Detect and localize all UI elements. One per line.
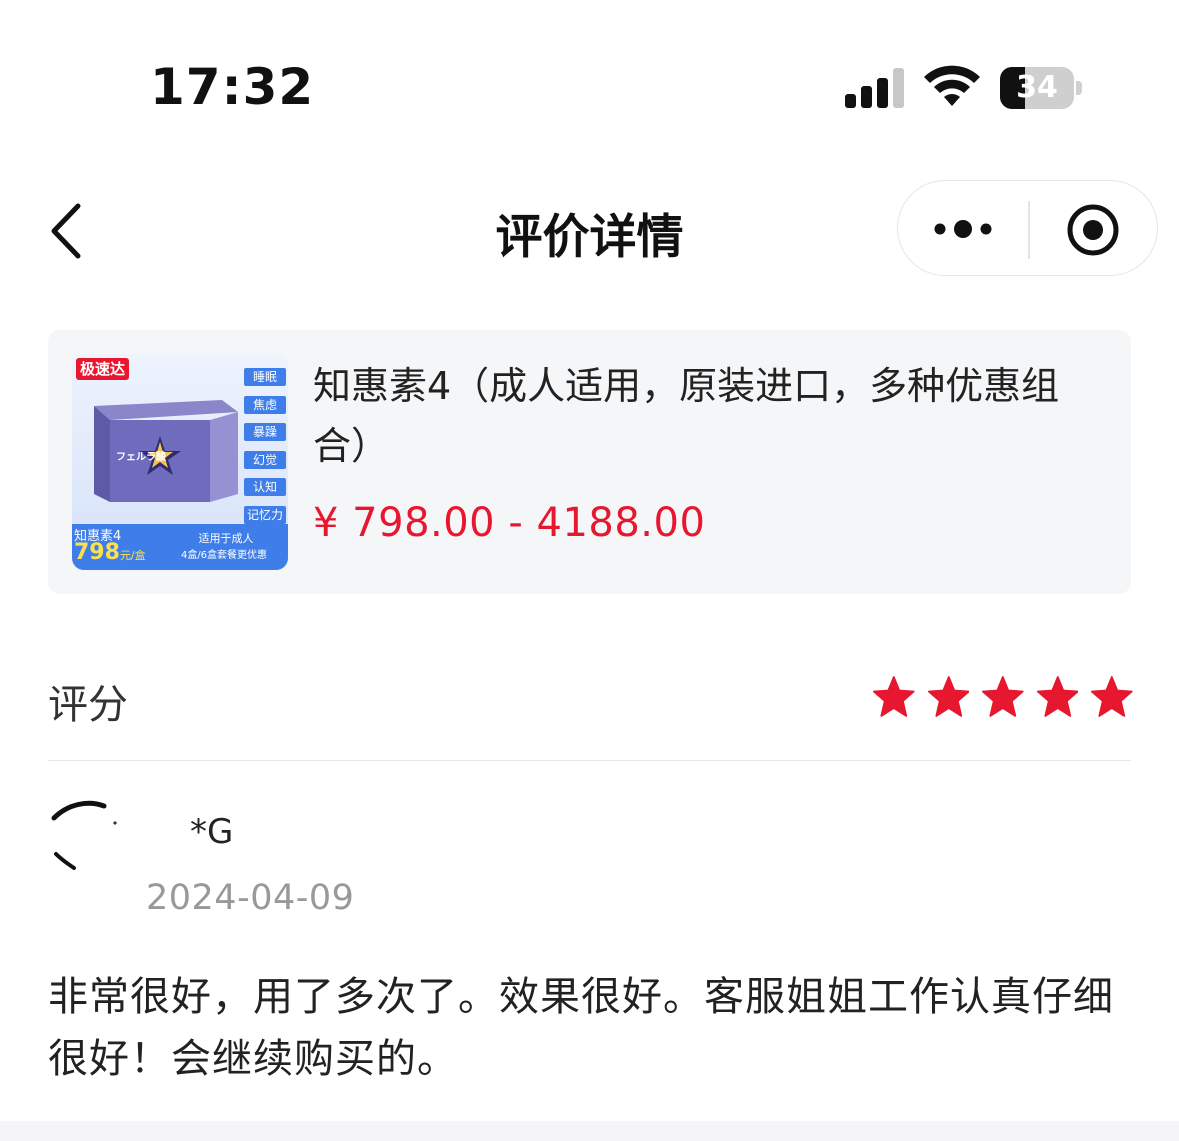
star-icon <box>982 676 1024 717</box>
star-icon <box>927 676 970 717</box>
symptom-tag: 焦虑 <box>244 395 286 414</box>
review-date: 2024-04-09 <box>146 878 355 918</box>
thumb-footer-line1: 适用于成人 <box>198 532 254 545</box>
speed-badge: 极速达 <box>76 358 130 380</box>
rating-label: 评分 <box>48 682 128 728</box>
status-time: 17:32 <box>150 58 315 116</box>
review-username: *G <box>190 812 234 852</box>
thumb-price: 798 <box>74 540 120 565</box>
symptom-tag: 认知 <box>244 478 286 496</box>
target-icon[interactable] <box>1066 203 1120 257</box>
product-card[interactable]: 极速达 フェルラ酸 睡眠 焦虑 暴躁 幻觉 认知 记忆力 知惠素4 798元/盒… <box>48 330 1131 594</box>
symptom-tag: 记忆力 <box>244 505 286 524</box>
review-text: 非常很好，用了多次了。效果很好。客服姐姐工作认真仔细很好！会继续购买的。 <box>48 974 1114 1082</box>
star-icon <box>1036 676 1079 717</box>
product-price: ¥ 798.00 - 4188.00 <box>313 500 706 546</box>
box-label: フェルラ酸 <box>116 452 166 463</box>
nav-bar: 评价详情 <box>0 170 1179 290</box>
product-thumbnail[interactable]: 极速达 フェルラ酸 睡眠 焦虑 暴躁 幻觉 认知 记忆力 知惠素4 798元/盒… <box>72 354 288 570</box>
bottom-strip <box>0 1121 1179 1141</box>
wifi-icon <box>924 65 980 106</box>
mini-program-capsule <box>897 180 1158 276</box>
star-icon <box>873 676 915 717</box>
symptom-tags: 睡眠 焦虑 暴躁 幻觉 认知 记忆力 <box>244 368 286 533</box>
divider <box>48 760 1131 761</box>
thumb-footer-line2: 4盒/6盒套餐更优惠 <box>180 550 268 561</box>
signal-icon <box>845 68 907 108</box>
more-dots-icon[interactable] <box>932 209 994 249</box>
thumb-price-unit: 元/盒 <box>119 549 146 562</box>
status-bar: 17:32 34 <box>0 0 1179 150</box>
thumb-footer: 知惠素4 798元/盒 适用于成人 4盒/6盒套餐更优惠 <box>72 524 288 570</box>
symptom-tag: 幻觉 <box>244 450 286 469</box>
rating-stars <box>873 676 1133 720</box>
symptom-tag: 睡眠 <box>244 368 286 386</box>
capsule-divider <box>1028 201 1030 259</box>
symptom-tag: 暴躁 <box>244 423 286 441</box>
star-icon <box>1091 676 1133 717</box>
avatar <box>51 800 118 870</box>
product-name[interactable]: 知惠素4（成人适用，原装进口，多种优惠组合） <box>313 356 1103 476</box>
battery-icon: 34 <box>1000 67 1082 109</box>
battery-percent: 34 <box>1016 70 1058 105</box>
